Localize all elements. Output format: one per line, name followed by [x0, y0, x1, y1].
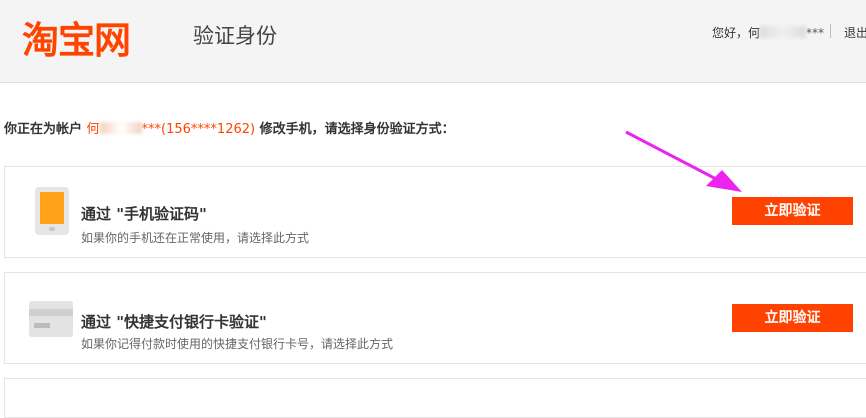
annotation-arrow-icon — [625, 130, 742, 192]
arrow-shaft — [625, 130, 719, 182]
arrow-head — [706, 170, 742, 192]
